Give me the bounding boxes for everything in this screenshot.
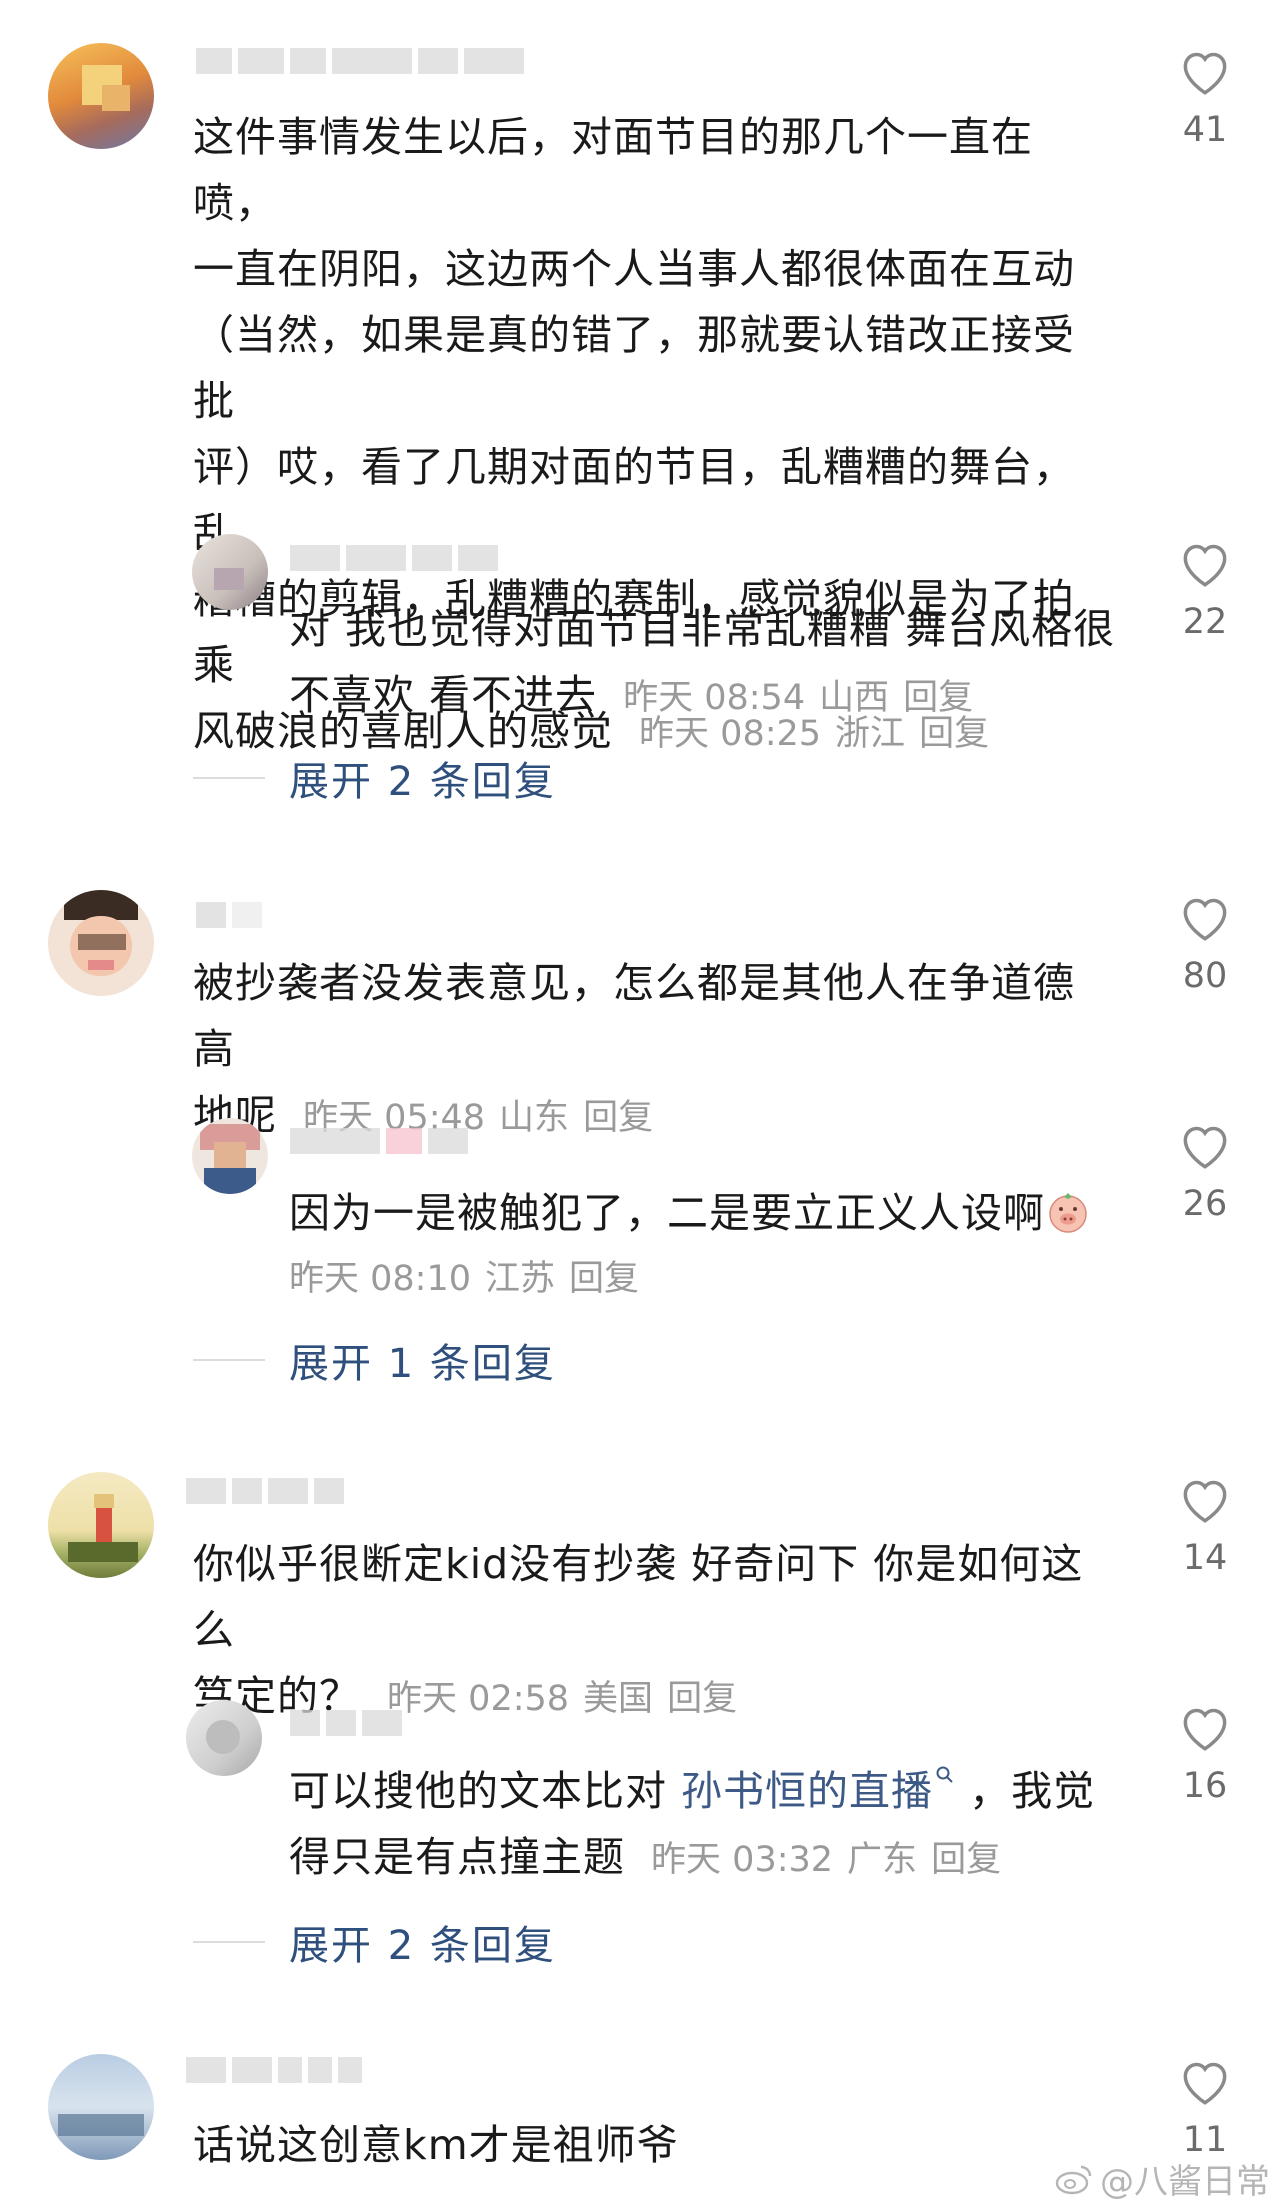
reply-button[interactable]: 回复	[903, 678, 973, 718]
comment-location: 山东	[499, 1098, 570, 1138]
comment-text: 你似乎很断定kid没有抄袭 好奇问下 你是如何这么 笃定的？ 昨天 02:58 美…	[193, 1540, 1084, 1720]
avatar[interactable]	[192, 534, 268, 610]
avatar[interactable]	[48, 43, 154, 149]
like-button[interactable]: 26	[1150, 1122, 1260, 1224]
reply-text: 对 我也觉得对面节目非常乱糟糟 舞台风格很 不喜欢 看不进去 昨天 08:54 山…	[289, 605, 1116, 719]
watermark: @八酱日常	[1054, 2154, 1270, 2203]
comment-time: 昨天 08:10	[289, 1259, 471, 1299]
like-count: 26	[1182, 1184, 1228, 1224]
comment-time: 昨天 03:32	[651, 1840, 834, 1880]
comment-location: 江苏	[485, 1259, 556, 1299]
reply-text: 可以搜他的文本比对 孙书恒的直播 ，我觉 得只是有点撞主题 昨天 03:32 广东…	[289, 1766, 1096, 1881]
expand-replies-button[interactable]: 展开 2 条回复	[193, 1912, 556, 1972]
reply-button[interactable]: 回复	[931, 1840, 1001, 1880]
like-button[interactable]: 80	[1150, 894, 1260, 996]
search-icon	[936, 1766, 953, 1783]
username[interactable]	[196, 902, 268, 932]
comment-text: 话说这创意km才是祖师爷	[193, 2121, 679, 2169]
comment-location: 美国	[583, 1679, 654, 1719]
avatar[interactable]	[48, 890, 154, 996]
username[interactable]	[196, 48, 530, 78]
heart-outline-icon	[1183, 1480, 1227, 1523]
reply-text: 因为一是被触犯了，二是要立正义人设啊 昨天 08:10 江苏 回复	[289, 1180, 1119, 1312]
heart-outline-icon	[1183, 1126, 1227, 1169]
heart-outline-icon	[1183, 2062, 1227, 2105]
avatar[interactable]	[186, 1700, 262, 1776]
username[interactable]	[290, 545, 504, 575]
search-link[interactable]: 孙书恒的直播	[681, 1766, 955, 1815]
divider-line	[193, 1359, 265, 1361]
like-count: 16	[1182, 1766, 1228, 1806]
avatar[interactable]	[192, 1118, 268, 1194]
reply-button[interactable]: 回复	[667, 1679, 737, 1719]
comment-location: 山西	[819, 678, 890, 718]
divider-line	[193, 777, 265, 779]
reply-button[interactable]: 回复	[583, 1098, 653, 1138]
like-button[interactable]: 11	[1150, 2058, 1260, 2160]
heart-outline-icon	[1183, 52, 1227, 95]
expand-replies-button[interactable]: 展开 1 条回复	[193, 1330, 556, 1390]
like-count: 41	[1182, 110, 1228, 150]
like-button[interactable]: 16	[1150, 1704, 1260, 1806]
heart-outline-icon	[1183, 898, 1227, 941]
username[interactable]	[290, 1710, 408, 1740]
comment-text: 被抄袭者没发表意见，怎么都是其他人在争道德高 地呢 昨天 05:48 山东 回复	[193, 959, 1075, 1139]
username[interactable]	[290, 1128, 474, 1158]
like-count: 14	[1182, 1538, 1228, 1578]
username[interactable]	[186, 2057, 368, 2087]
comment-time: 昨天 02:58	[387, 1679, 570, 1719]
pig-face-emoji-icon	[1049, 1193, 1087, 1233]
divider-line	[193, 1941, 265, 1943]
like-button[interactable]: 22	[1150, 540, 1260, 642]
weibo-logo-icon	[1055, 2165, 1092, 2194]
comment-location: 广东	[847, 1840, 918, 1880]
reply-button[interactable]: 回复	[569, 1259, 639, 1299]
heart-outline-icon	[1183, 544, 1227, 587]
avatar[interactable]	[48, 2054, 154, 2160]
expand-replies-button[interactable]: 展开 2 条回复	[193, 748, 556, 808]
like-count: 80	[1182, 956, 1228, 996]
like-button[interactable]: 14	[1150, 1476, 1260, 1578]
like-count: 22	[1182, 602, 1228, 642]
like-button[interactable]: 41	[1150, 48, 1260, 150]
username[interactable]	[186, 1478, 350, 1508]
comment-time: 昨天 08:54	[623, 678, 806, 718]
avatar[interactable]	[48, 1472, 154, 1578]
heart-outline-icon	[1183, 1708, 1227, 1751]
